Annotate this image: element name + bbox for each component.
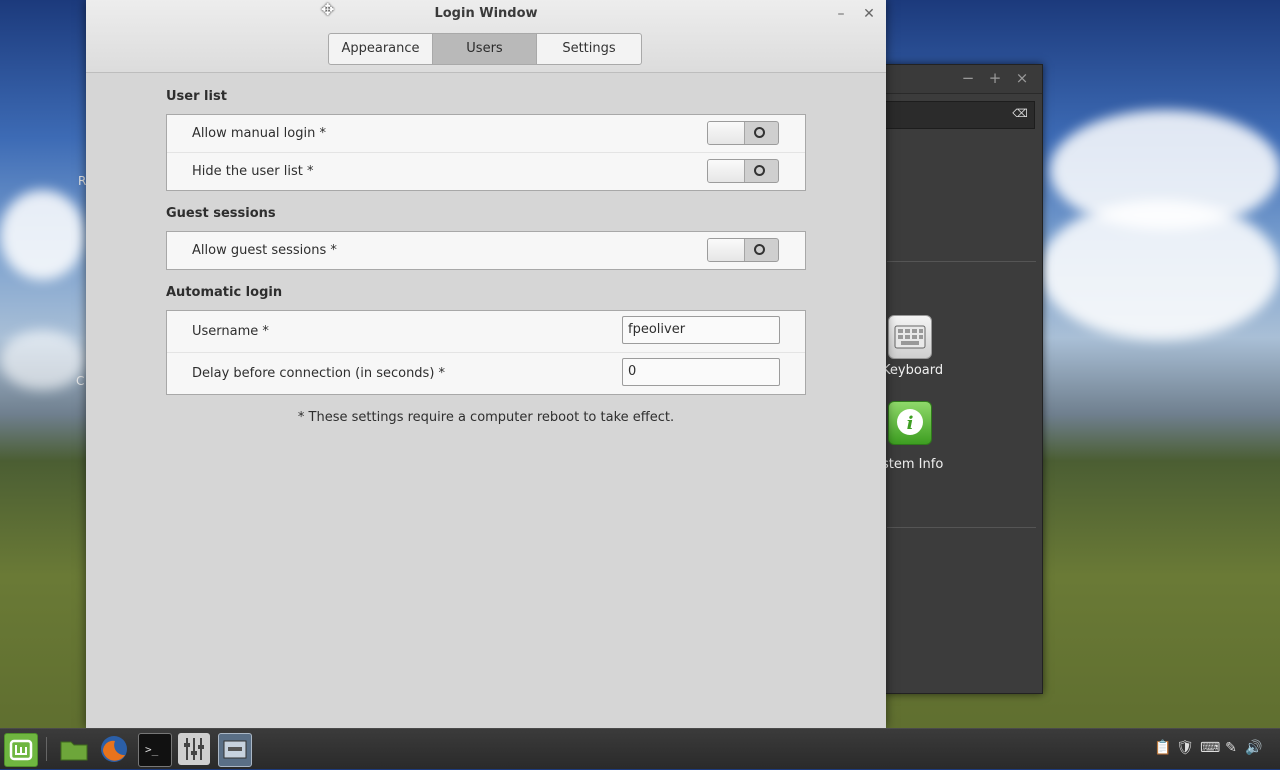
login-window: Login Window – ✕ Appearance Users Settin… (86, 0, 886, 728)
background-window-titlebar[interactable]: − + × (885, 65, 1042, 94)
network-icon[interactable]: ✎ (1222, 739, 1240, 757)
minimize-icon[interactable]: – (832, 5, 850, 23)
shield-icon[interactable]: 🛡 (1176, 739, 1194, 757)
tab-users[interactable]: Users (433, 34, 537, 64)
terminal-icon[interactable]: >_ (138, 733, 172, 767)
reboot-note: * These settings require a computer rebo… (297, 410, 675, 425)
setting-row: Delay before connection (in seconds) * 0 (167, 353, 805, 394)
tab-appearance[interactable]: Appearance (329, 34, 433, 64)
window-title: Login Window (434, 6, 538, 21)
move-cursor-icon: ✥ (321, 0, 335, 19)
username-label: Username * (192, 324, 269, 339)
taskbar: >_ 📋 🛡 ⌨ ✎ 🔊 (0, 728, 1280, 769)
delay-label: Delay before connection (in seconds) * (192, 366, 446, 381)
hide-user-list-toggle[interactable] (707, 159, 779, 183)
cloud (1040, 200, 1280, 340)
keyboard-tray-icon[interactable]: ⌨ (1200, 739, 1220, 757)
allow-guest-sessions-toggle[interactable] (707, 238, 779, 262)
setting-row: Username * fpeoliver (167, 311, 805, 353)
divider (887, 527, 1036, 528)
settings-icon[interactable] (178, 733, 210, 765)
toggle-knob[interactable] (708, 122, 745, 144)
hide-user-list-label: Hide the user list * (192, 164, 314, 179)
clear-search-icon[interactable]: ⌫ (1012, 106, 1028, 122)
section-title-automatic-login: Automatic login (166, 285, 283, 300)
allow-manual-login-toggle[interactable] (707, 121, 779, 145)
setting-row: Allow manual login * (167, 115, 805, 153)
svg-text:i: i (907, 413, 914, 434)
automatic-login-group: Username * fpeoliver Delay before connec… (166, 310, 806, 395)
off-indicator-icon (754, 127, 765, 138)
background-window[interactable]: − + × ⌫ Keyboard i stem Info (882, 64, 1043, 694)
clipboard-icon[interactable]: 📋 (1154, 739, 1172, 757)
info-icon[interactable]: i (888, 401, 932, 445)
keyboard-icon[interactable] (888, 315, 932, 359)
allow-guest-sessions-label: Allow guest sessions * (192, 243, 337, 258)
mint-menu-icon[interactable] (4, 733, 38, 767)
firefox-icon[interactable] (98, 733, 130, 765)
toggle-knob[interactable] (708, 160, 745, 182)
delay-field[interactable]: 0 (622, 358, 780, 386)
cloud (0, 190, 85, 280)
cloud (0, 330, 85, 390)
toggle-knob[interactable] (708, 239, 745, 261)
taskbar-separator (46, 737, 47, 761)
user-list-group: Allow manual login * Hide the user list … (166, 114, 806, 191)
folder-icon[interactable] (58, 733, 90, 765)
guest-sessions-group: Allow guest sessions * (166, 231, 806, 270)
svg-text:>_: >_ (145, 743, 159, 756)
search-input[interactable]: ⌫ (885, 101, 1035, 129)
tile-label-system-info[interactable]: stem Info (882, 457, 943, 472)
tab-bar: Appearance Users Settings (328, 33, 642, 65)
section-title-user-list: User list (166, 89, 227, 104)
login-window-icon[interactable] (218, 733, 252, 767)
off-indicator-icon (754, 165, 765, 176)
maximize-icon[interactable]: + (986, 69, 1004, 87)
close-icon[interactable]: × (1013, 69, 1031, 87)
divider (887, 261, 1036, 262)
tile-label-keyboard[interactable]: Keyboard (882, 363, 943, 378)
close-icon[interactable]: ✕ (860, 5, 878, 23)
titlebar[interactable]: Login Window – ✕ Appearance Users Settin… (86, 0, 886, 73)
setting-row: Hide the user list * (167, 153, 805, 190)
allow-manual-login-label: Allow manual login * (192, 126, 326, 141)
minimize-icon[interactable]: − (959, 69, 977, 87)
setting-row: Allow guest sessions * (167, 232, 805, 269)
off-indicator-icon (754, 244, 765, 255)
volume-icon[interactable]: 🔊 (1245, 739, 1263, 757)
section-title-guest-sessions: Guest sessions (166, 206, 276, 221)
username-field[interactable]: fpeoliver (622, 316, 780, 344)
desktop-icon-fragment: C (76, 374, 85, 388)
tab-settings[interactable]: Settings (537, 34, 641, 64)
